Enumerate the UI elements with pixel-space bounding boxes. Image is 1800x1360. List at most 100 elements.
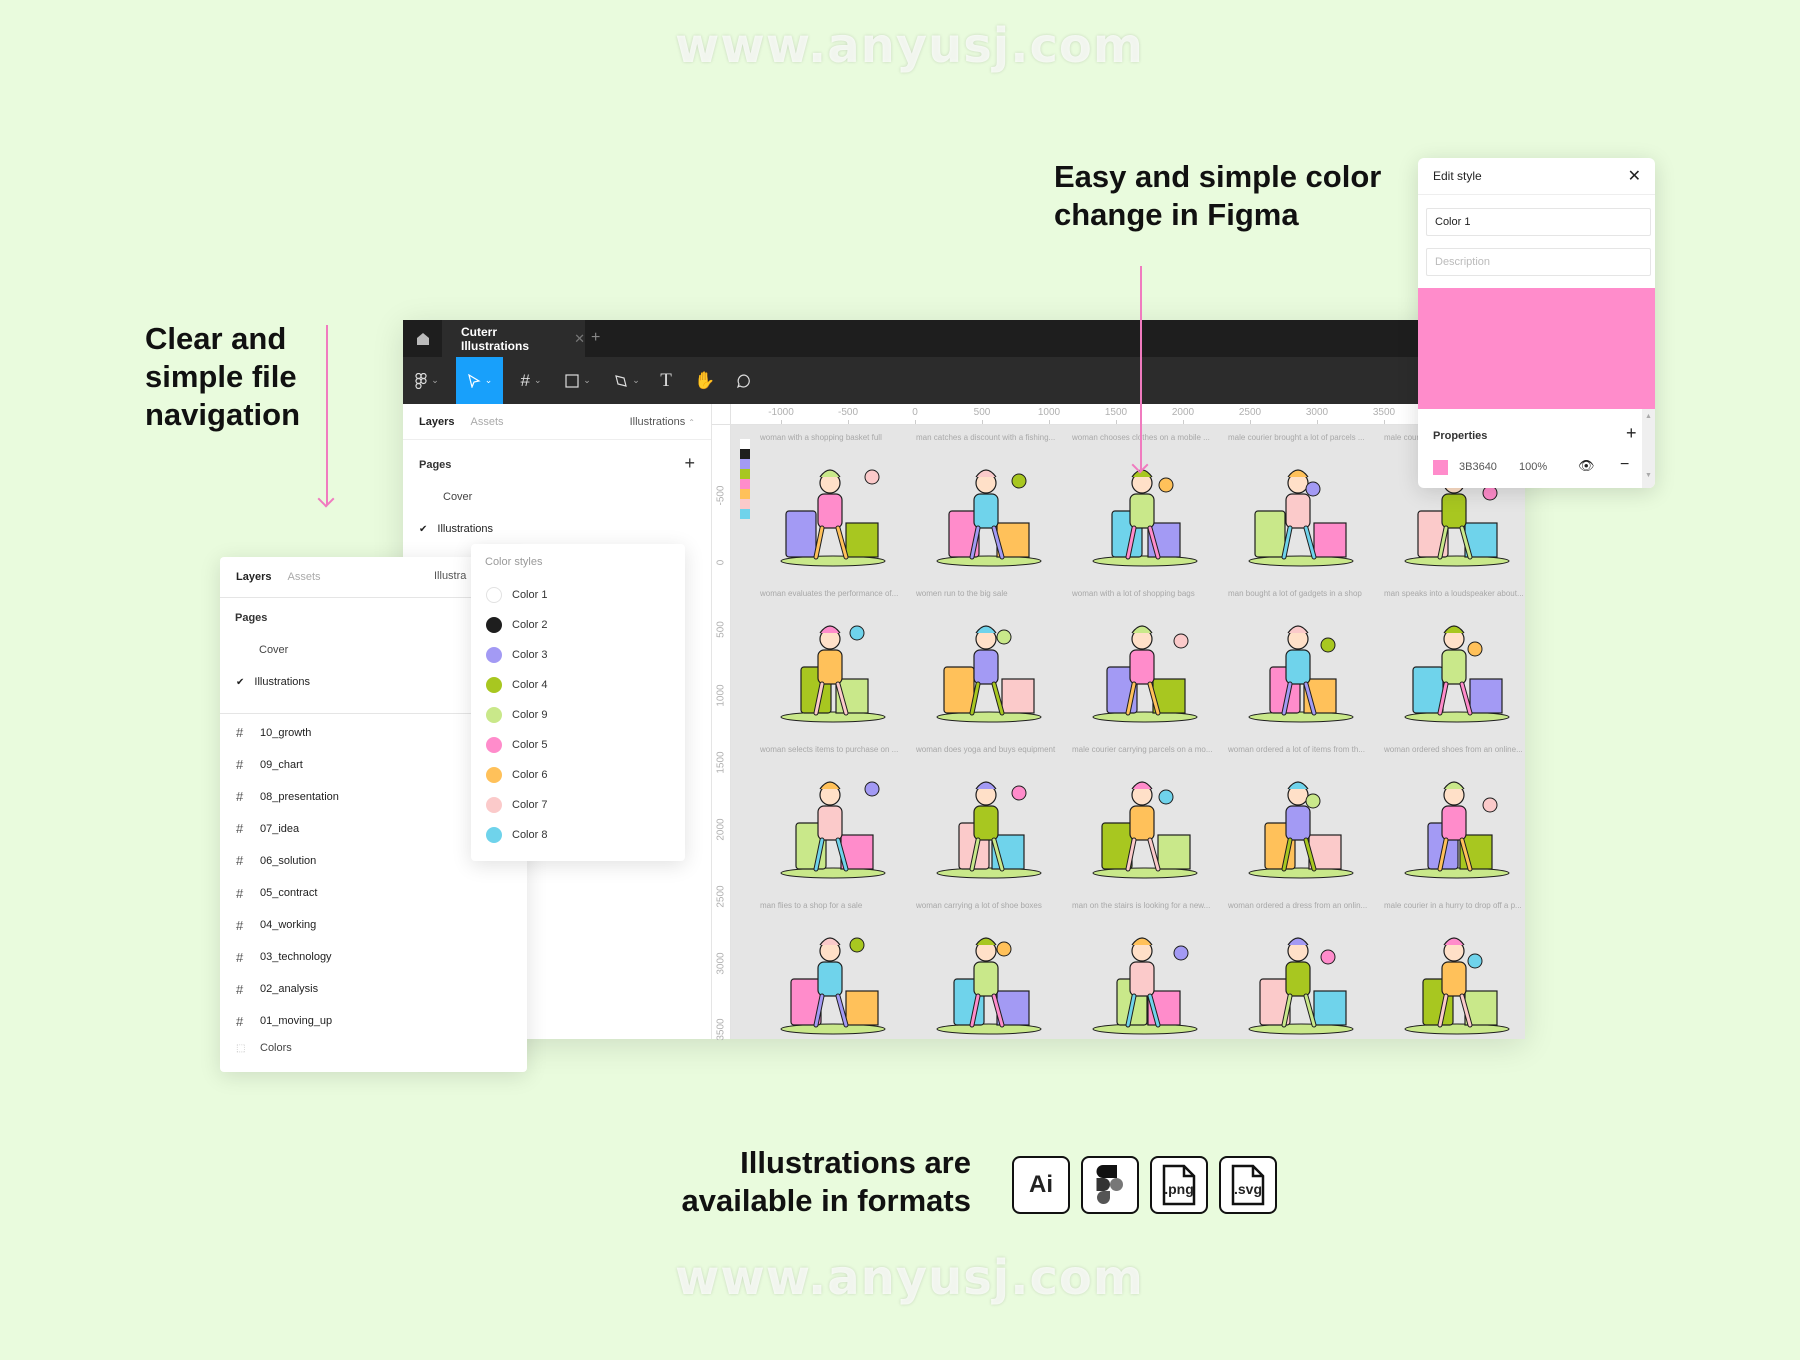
move-icon[interactable]: ⌄	[456, 357, 503, 404]
illustration-card[interactable]: male courier in a hurry to drop off a p.…	[1384, 901, 1525, 1039]
tab-file[interactable]: Cuterr Illustrations ✕	[442, 320, 585, 357]
illustration-caption: woman evaluates the performance of...	[760, 589, 899, 598]
checkmark-icon: ✔	[236, 677, 245, 688]
ruler-tick	[781, 420, 782, 424]
layer-frame[interactable]: #05_contract	[236, 886, 317, 901]
illustration-card[interactable]: woman ordered a lot of items from th...	[1228, 745, 1384, 901]
page-item-illustrations[interactable]: ✔ Illustrations	[419, 523, 493, 535]
color-style-item[interactable]: Color 8	[486, 825, 547, 845]
fill-swatch[interactable]	[1433, 460, 1448, 475]
layer-frame[interactable]: #10_growth	[236, 725, 311, 740]
page-selector[interactable]: Illustra	[434, 570, 466, 582]
illustration-caption: male courier carrying parcels on a mo...	[1072, 745, 1213, 754]
illustration-card[interactable]: woman with a lot of shopping bags	[1072, 589, 1228, 745]
illustration-card[interactable]: man flies to a shop for a sale	[760, 901, 916, 1039]
layer-frame[interactable]: #01_moving_up	[236, 1014, 332, 1029]
page-selector[interactable]: Illustrations ⌃	[630, 416, 695, 428]
illustration-card[interactable]: man speaks into a loudspeaker about...	[1384, 589, 1525, 745]
new-tab-icon[interactable]: +	[591, 329, 600, 347]
color-style-name: Color 4	[512, 679, 548, 691]
illustration-card[interactable]: male courier carrying parcels on a mo...	[1072, 745, 1228, 901]
illustration-card[interactable]: women run to the big sale	[916, 589, 1072, 745]
navigation-heading: Clear and simple file navigation	[145, 320, 300, 434]
home-icon[interactable]	[403, 320, 442, 357]
page-item-cover[interactable]: Cover	[259, 644, 288, 656]
ruler-tick-label: 3500	[715, 1018, 727, 1042]
frame-icon: #	[236, 981, 244, 997]
illustration-card[interactable]: woman with a shopping basket full	[760, 433, 916, 589]
illustration-card[interactable]: man on the stairs is looking for a new..…	[1072, 901, 1228, 1039]
illustration-card[interactable]: woman ordered a dress from an onlin...	[1228, 901, 1384, 1039]
style-name-input[interactable]: Color 1	[1426, 208, 1651, 236]
pen-icon[interactable]: ⌄	[607, 357, 647, 404]
comment-icon[interactable]	[729, 357, 759, 404]
layer-frame[interactable]: #04_working	[236, 918, 316, 933]
layer-frame[interactable]: #07_idea	[236, 821, 299, 836]
illustration-card[interactable]: male courier brought a lot of parcels ..…	[1228, 433, 1384, 589]
illustration-card[interactable]: man catches a discount with a fishing...	[916, 433, 1072, 589]
canvas[interactable]: woman with a shopping basket full man cat…	[731, 425, 1525, 1039]
illustration-caption: woman ordered shoes from an online...	[1384, 745, 1523, 754]
page-item-illustrations[interactable]: ✔ Illustrations	[236, 676, 310, 688]
text-icon[interactable]: T	[651, 357, 681, 404]
color-style-item[interactable]: Color 7	[486, 795, 547, 815]
illustration-thumbnail	[780, 781, 886, 879]
tab-assets[interactable]: Assets	[470, 416, 503, 428]
close-tab-icon[interactable]: ✕	[574, 331, 585, 347]
frame-icon: #	[236, 725, 244, 740]
fill-hex[interactable]: 3B3640	[1459, 461, 1497, 473]
illustration-card[interactable]: woman carrying a lot of shoe boxes	[916, 901, 1072, 1039]
fill-opacity[interactable]: 100%	[1519, 461, 1547, 473]
color-palette-strip	[740, 439, 750, 519]
layer-colors[interactable]: ⬚ Colors	[236, 1042, 292, 1054]
tab-layers[interactable]: Layers	[236, 571, 271, 583]
color-style-item[interactable]: Color 4	[486, 675, 547, 695]
visibility-eye-icon[interactable]: 👁	[1578, 458, 1595, 474]
description-input[interactable]: Description	[1426, 248, 1651, 276]
illustration-card[interactable]: woman chooses clothes on a mobile ...	[1072, 433, 1228, 589]
color-style-item[interactable]: Color 3	[486, 645, 547, 665]
illustration-caption: woman does yoga and buys equipment	[916, 745, 1056, 754]
layer-frame[interactable]: #09_chart	[236, 757, 303, 772]
figma-menu-icon[interactable]: ⌄	[407, 357, 447, 404]
pages-label: Pages	[235, 612, 268, 624]
remove-fill-icon[interactable]: −	[1620, 456, 1629, 474]
illustration-card[interactable]: woman selects items to purchase on ...	[760, 745, 916, 901]
svg-file-icon: .svg	[1219, 1156, 1277, 1214]
format-label: .png	[1164, 1181, 1194, 1197]
layer-name: 06_solution	[260, 854, 317, 867]
illustration-card[interactable]: man bought a lot of gadgets in a shop	[1228, 589, 1384, 745]
close-icon[interactable]: ✕	[1628, 166, 1641, 186]
layer-frame[interactable]: #03_technology	[236, 950, 332, 965]
scrollbar[interactable]: ▲ ▼	[1642, 409, 1655, 488]
color-style-name: Color 2	[512, 619, 548, 631]
color-style-item[interactable]: Color 6	[486, 765, 547, 785]
add-property-icon[interactable]: +	[1626, 423, 1637, 444]
color-style-item[interactable]: Color 9	[486, 705, 547, 725]
illustration-card[interactable]: woman evaluates the performance of...	[760, 589, 916, 745]
color-style-item[interactable]: Color 5	[486, 735, 547, 755]
pages-label: Pages	[419, 459, 452, 471]
properties-label: Properties	[1433, 430, 1488, 442]
color-style-item[interactable]: Color 2	[486, 615, 547, 635]
illustration-card[interactable]: woman ordered shoes from an online...	[1384, 745, 1525, 901]
illustration-caption: woman selects items to purchase on ...	[760, 745, 899, 754]
frame-icon[interactable]: # ⌄	[511, 357, 551, 404]
rectangle-icon[interactable]: ⌄	[558, 357, 598, 404]
layer-frame[interactable]: #02_analysis	[236, 982, 318, 997]
layer-frame[interactable]: #06_solution	[236, 853, 316, 868]
color-swatch-icon	[486, 647, 502, 663]
color-swatch-icon	[486, 737, 502, 753]
illustration-thumbnail	[936, 625, 1042, 723]
color-preview[interactable]	[1418, 288, 1655, 409]
color-style-item[interactable]: Color 1	[486, 585, 547, 605]
palette-swatch	[740, 489, 750, 499]
palette-swatch	[740, 459, 750, 469]
hand-icon[interactable]: ✋	[690, 357, 720, 404]
illustration-card[interactable]: woman does yoga and buys equipment	[916, 745, 1072, 901]
page-item-cover[interactable]: Cover	[443, 491, 472, 503]
layer-frame[interactable]: #08_presentation	[236, 789, 339, 804]
tab-layers[interactable]: Layers	[419, 416, 454, 428]
add-page-icon[interactable]: +	[684, 453, 695, 474]
tab-assets[interactable]: Assets	[287, 571, 320, 583]
